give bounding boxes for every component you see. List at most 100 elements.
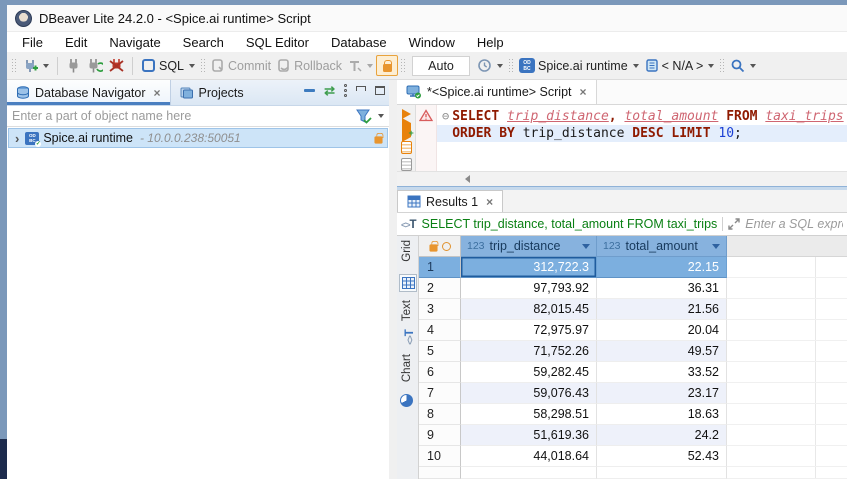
row-number-cell[interactable]: 3 [419,299,461,320]
trip-distance-cell[interactable]: 97,793.92 [461,278,597,299]
text-view-icon[interactable]: <>T [402,329,416,345]
tab-database-navigator[interactable]: Database Navigator × [7,80,171,105]
sql-code-area[interactable]: ⊖SELECT trip_distance, total_amount FROM… [437,105,847,171]
script-icon[interactable] [401,158,412,171]
reconnect-button[interactable] [84,56,106,75]
close-icon[interactable]: × [486,195,493,209]
grid-corner-cell[interactable] [419,236,461,257]
total-amount-cell[interactable]: 49.57 [597,341,727,362]
total-amount-cell[interactable]: 22.15 [597,257,727,278]
trip-distance-cell[interactable]: 51,619.36 [461,425,597,446]
row-number-cell[interactable]: 2 [419,278,461,299]
search-button[interactable] [727,56,759,75]
trip-distance-cell[interactable]: 58,298.51 [461,404,597,425]
active-connection-selector[interactable]: ODBC Spice.ai runtime [516,56,642,75]
collapse-all-icon[interactable] [304,89,315,92]
chevron-down-icon[interactable] [750,64,756,68]
maximize-panel-icon[interactable] [375,86,385,95]
view-text-label[interactable]: Text [401,300,413,321]
grid-data-row[interactable]: 7 59,076.43 23.17 [419,383,847,404]
menu-item[interactable]: Database [320,33,398,52]
row-number-cell[interactable]: 1 [419,257,461,278]
view-grid-label[interactable]: Grid [401,240,413,262]
navigator-filter-input[interactable]: Enter a part of object name here [7,106,389,127]
sort-icon[interactable] [582,244,590,249]
transaction-history-button[interactable] [474,56,506,75]
chart-view-icon[interactable] [400,394,413,407]
connection-lock-toggle[interactable] [376,55,398,76]
row-number-cell[interactable]: 4 [419,320,461,341]
fold-icon[interactable]: ⊖ [442,109,449,123]
execute-script-icon[interactable] [401,141,412,154]
new-connection-button[interactable] [19,56,52,76]
row-number-cell[interactable]: 5 [419,341,461,362]
grid-data-row[interactable]: 9 51,619.36 24.2 [419,425,847,446]
grid-data-row[interactable]: 5 71,752.26 49.57 [419,341,847,362]
total-amount-cell[interactable]: 33.52 [597,362,727,383]
menu-item[interactable]: Edit [54,33,98,52]
trip-distance-cell[interactable]: 312,722.3 [461,257,597,278]
chevron-down-icon[interactable] [378,114,384,118]
chevron-down-icon[interactable] [367,64,373,68]
title-bar[interactable]: DBeaver Lite 24.2.0 - <Spice.ai runtime>… [7,5,847,32]
vertical-sash[interactable] [389,80,397,479]
sql-editor[interactable]: + ⊖SELECT trip_distance, total_amount FR… [397,105,847,171]
column-header-trip-distance[interactable]: 123 trip_distance [461,236,597,257]
grid-data-row[interactable]: 6 59,282.45 33.52 [419,362,847,383]
commit-button[interactable]: Commit [208,56,274,75]
tab-sql-script[interactable]: *<Spice.ai runtime> Script × [397,80,597,104]
total-amount-cell[interactable]: 24.2 [597,425,727,446]
total-amount-cell[interactable]: 21.56 [597,299,727,320]
execute-new-tab-icon[interactable]: + [402,123,411,137]
tree-item-connection[interactable]: › ODBC✓ Spice.ai runtime - 10.0.0.238:50… [8,128,388,148]
trip-distance-cell[interactable]: 71,752.26 [461,341,597,362]
menu-item[interactable]: Navigate [98,33,171,52]
grid-data-row[interactable]: 10 44,018.64 52.43 [419,446,847,467]
expand-icon[interactable] [728,218,740,230]
total-amount-cell[interactable]: 23.17 [597,383,727,404]
row-number-cell[interactable]: 9 [419,425,461,446]
connect-button[interactable] [63,56,84,75]
chevron-down-icon[interactable] [43,64,49,68]
column-header-total-amount[interactable]: 123 total_amount [597,236,727,257]
tab-projects[interactable]: Projects [171,80,253,105]
trip-distance-cell[interactable]: 82,015.45 [461,299,597,320]
disconnect-button[interactable] [106,56,127,75]
grid-view-button[interactable] [399,274,417,292]
results-grid-table[interactable]: 123 trip_distance 123 total_amount 1 312… [419,236,847,479]
total-amount-cell[interactable]: 18.63 [597,404,727,425]
chevron-down-icon[interactable] [708,64,714,68]
tab-results-1[interactable]: Results 1 × [397,190,503,212]
total-amount-cell[interactable]: 20.04 [597,320,727,341]
trip-distance-cell[interactable]: 59,076.43 [461,383,597,404]
view-menu-icon[interactable] [344,84,347,97]
expander-chevron-icon[interactable]: › [15,132,19,145]
active-schema-selector[interactable]: < N/A > [642,56,718,75]
results-filter-bar[interactable]: <>T SELECT trip_distance, total_amount F… [397,213,847,236]
total-amount-cell[interactable]: 52.43 [597,446,727,467]
sql-editor-button[interactable]: SQL [138,56,198,75]
trip-distance-cell[interactable]: 59,282.45 [461,362,597,383]
total-amount-cell[interactable]: 36.31 [597,278,727,299]
menu-item[interactable]: Window [398,33,466,52]
row-number-cell[interactable]: 7 [419,383,461,404]
close-icon[interactable]: × [153,86,160,100]
trip-distance-cell[interactable]: 72,975.97 [461,320,597,341]
grid-data-row[interactable]: 4 72,975.97 20.04 [419,320,847,341]
chevron-down-icon[interactable] [497,64,503,68]
menu-item[interactable]: Help [466,33,515,52]
editor-horizontal-scrollbar[interactable] [397,171,847,186]
rollback-button[interactable]: Rollback [274,56,345,75]
chevron-down-icon[interactable] [633,64,639,68]
row-number-cell[interactable]: 10 [419,446,461,467]
menu-item[interactable]: SQL Editor [235,33,320,52]
view-chart-label[interactable]: Chart [401,354,413,382]
grid-data-row[interactable]: 8 58,298.51 18.63 [419,404,847,425]
close-icon[interactable]: × [580,85,587,99]
grid-data-row[interactable]: 2 97,793.92 36.31 [419,278,847,299]
minimize-panel-icon[interactable] [356,86,366,91]
commit-mode-combo[interactable]: Auto [412,56,470,76]
grid-data-row[interactable]: 3 82,015.45 21.56 [419,299,847,320]
row-number-cell[interactable]: 6 [419,362,461,383]
grid-data-row[interactable]: 1 312,722.3 22.15 [419,257,847,278]
